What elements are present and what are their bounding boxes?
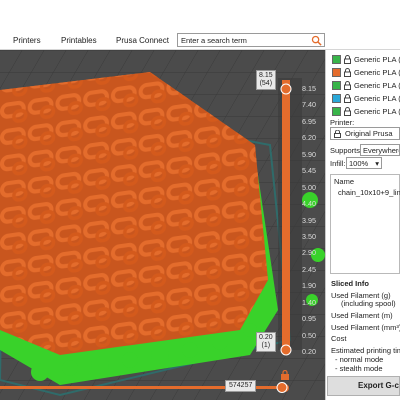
move-slider[interactable]	[0, 378, 325, 400]
filament-name: Generic PLA (m	[354, 55, 400, 64]
tab-prusa-connect[interactable]: Prusa Connect	[116, 36, 169, 45]
layer-tick-label: 0.20	[302, 347, 316, 356]
layer-tick-label: 6.20	[302, 133, 316, 143]
layer-top-index: (54)	[259, 80, 273, 87]
layer-tick-label: 5.90	[302, 149, 316, 159]
chevron-down-icon: ▾	[375, 159, 379, 168]
supports-label: Supports:	[330, 146, 363, 155]
layer-top-label: 8.15 (54)	[256, 70, 276, 90]
search-box[interactable]	[177, 33, 325, 47]
infill-combo[interactable]: 100% ▾	[346, 157, 382, 169]
export-gcode-button[interactable]: Export G-co	[327, 376, 400, 396]
layer-slider-bottom-thumb[interactable]	[280, 344, 292, 356]
estimated-time-label: Estimated printing time	[331, 346, 400, 355]
stealth-mode-label: - stealth mode	[335, 364, 383, 373]
filament-color-swatch[interactable]	[332, 81, 341, 90]
layer-tick-label: 0.50	[302, 330, 316, 340]
filament-color-swatch[interactable]	[332, 94, 341, 103]
used-filament-mm3: Used Filament (mm³)	[331, 323, 400, 332]
layer-tick-label: 3.50	[302, 231, 316, 241]
object-list-item[interactable]: chain_10x10+9_links.	[338, 188, 400, 197]
layer-slider-top-thumb[interactable]	[280, 83, 292, 95]
layer-tick-label: 2.45	[302, 264, 316, 274]
layer-tick-label: 6.95	[302, 116, 316, 126]
object-list-header: Name	[334, 177, 355, 186]
including-spool: (including spool)	[341, 299, 396, 308]
filament-name: Generic PLA (m	[354, 107, 400, 116]
move-slider-value: 574257	[225, 380, 257, 392]
layer-tick-label: 3.95	[302, 215, 316, 225]
filament-row[interactable]: Generic PLA (m	[330, 54, 400, 65]
tab-printers[interactable]: Printers	[13, 36, 41, 45]
filament-name: Generic PLA (m	[354, 94, 400, 103]
object-list[interactable]: Name chain_10x10+9_links.	[330, 174, 400, 274]
used-filament-m: Used Filament (m)	[331, 311, 393, 320]
filament-row[interactable]: Generic PLA (m	[330, 106, 400, 117]
filament-row[interactable]: Generic PLA (m	[330, 93, 400, 104]
filament-row[interactable]: Generic PLA (m	[330, 67, 400, 78]
infill-label: Infill:	[330, 159, 346, 168]
filament-color-swatch[interactable]	[332, 107, 341, 116]
layer-tick-label: 5.45	[302, 166, 316, 176]
layer-tick-label: 8.15	[302, 84, 316, 93]
filament-lock-icon	[344, 107, 351, 116]
sliced-info-title: Sliced Info	[331, 279, 369, 288]
layer-tick-label: 1.90	[302, 281, 316, 291]
filament-lock-icon	[344, 81, 351, 90]
printer-value: Original Prusa	[345, 129, 393, 138]
layer-tick-label: 4.40	[302, 199, 316, 209]
top-tab-bar: Printers Printables Prusa Connect	[0, 0, 400, 50]
filament-row[interactable]: Generic PLA (m	[330, 80, 400, 91]
filament-lock-icon	[344, 55, 351, 64]
layer-top-value: 8.15	[259, 72, 273, 79]
layer-tick-label: 0.95	[302, 314, 316, 324]
filament-color-swatch[interactable]	[332, 55, 341, 64]
printer-label: Printer:	[330, 118, 355, 127]
cost-label: Cost	[331, 334, 347, 343]
printer-lock-icon	[334, 130, 341, 138]
filament-lock-icon	[344, 94, 351, 103]
filament-color-swatch[interactable]	[332, 68, 341, 77]
move-slider-thumb[interactable]	[276, 382, 288, 393]
layer-tick-label: 5.00	[302, 182, 316, 192]
search-icon[interactable]	[311, 35, 322, 46]
tab-printables[interactable]: Printables	[61, 36, 97, 45]
layer-bottom-index: (1)	[261, 342, 271, 349]
layer-bottom-label: 0.20 (1)	[256, 332, 276, 352]
supports-combo[interactable]: Everywhere	[360, 144, 400, 156]
layer-tick-label: 7.40	[302, 100, 316, 110]
filament-lock-icon	[344, 68, 351, 77]
normal-mode-label: - normal mode	[335, 355, 384, 364]
layer-tick-label: 1.40	[302, 297, 316, 307]
layer-tick-label: 2.90	[302, 248, 316, 258]
search-input[interactable]	[179, 34, 311, 46]
infill-value: 100%	[349, 159, 369, 168]
layer-slider-track[interactable]	[282, 80, 290, 350]
printer-combo[interactable]: Original Prusa	[330, 127, 400, 140]
filament-name: Generic PLA (m	[354, 68, 400, 77]
supports-value: Everywhere	[363, 146, 400, 155]
layer-bottom-value: 0.20	[259, 334, 273, 341]
filament-name: Generic PLA (m	[354, 81, 400, 90]
